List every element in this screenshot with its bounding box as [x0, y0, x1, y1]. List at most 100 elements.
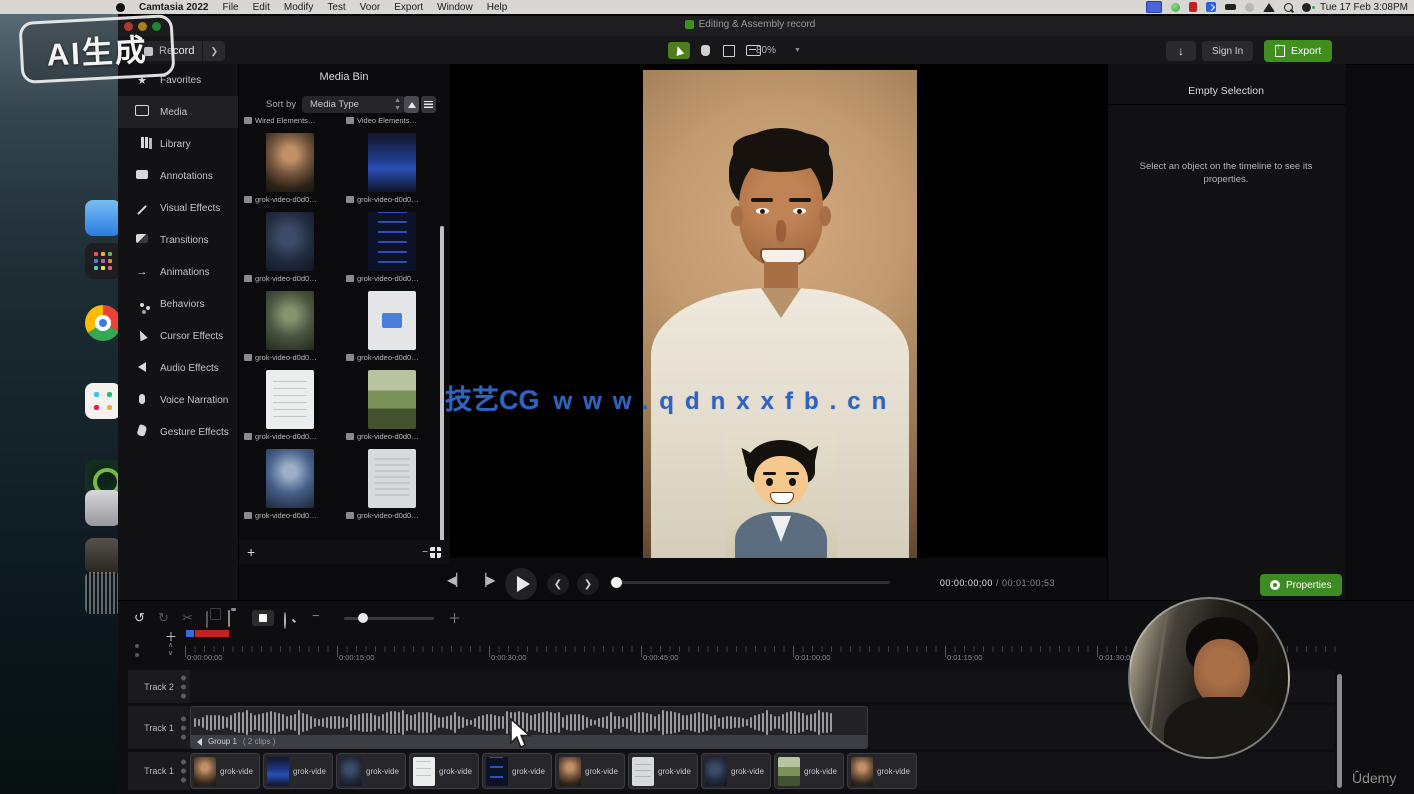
record-dropdown-chevron[interactable]: ❯ — [202, 41, 225, 61]
dock-finder-icon[interactable] — [85, 200, 121, 236]
dock-launchpad-icon[interactable] — [85, 243, 121, 279]
redo-button[interactable]: ↻ — [158, 610, 169, 626]
user-icon[interactable] — [1302, 3, 1311, 12]
media-item-partial[interactable]: Wired Elements… — [244, 115, 336, 126]
zoom-out-button[interactable]: − — [312, 608, 320, 623]
timeline-video-clip[interactable]: grok-vide — [190, 753, 260, 789]
timeline-in-marker[interactable] — [186, 630, 194, 637]
sign-in-button[interactable]: Sign In — [1202, 41, 1253, 61]
pointer-tool-button[interactable] — [668, 42, 690, 59]
media-item[interactable]: grok-video-d0d0… — [244, 209, 336, 288]
track-toggles[interactable] — [181, 759, 186, 783]
step-forward-button[interactable]: ▕▶ — [477, 573, 495, 587]
pan-tool-button[interactable] — [694, 42, 716, 59]
screen-share-icon[interactable] — [1146, 1, 1162, 13]
track-toggles[interactable] — [181, 716, 186, 740]
step-back-button[interactable]: ◀▏ — [447, 573, 465, 587]
green-orb-icon[interactable] — [1171, 3, 1180, 12]
thumbnail-size-toggle[interactable]: − — [422, 547, 441, 558]
next-clip-button[interactable]: ❯ — [577, 573, 599, 595]
menu-item-export[interactable]: Export — [394, 2, 423, 13]
video-frame[interactable] — [643, 70, 917, 558]
add-media-button[interactable]: + — [247, 544, 255, 560]
apple-icon[interactable] — [116, 3, 125, 12]
sidebar-item-annotations[interactable]: Annotations — [118, 160, 238, 192]
timeline-options-dots[interactable] — [135, 644, 139, 648]
dock-trash-icon[interactable] — [85, 572, 121, 614]
media-item[interactable]: grok-video-d0d0… — [244, 130, 336, 209]
timeline-video-clip[interactable]: grok-vide — [409, 753, 479, 789]
cut-button[interactable]: ✂ — [182, 610, 193, 626]
zoom-in-button[interactable]: ＋ — [448, 608, 461, 627]
sidebar-item-behaviors[interactable]: Behaviors — [118, 288, 238, 320]
cartoon-avatar-inset[interactable] — [725, 432, 837, 558]
timeline-video-clip[interactable]: grok-vide — [336, 753, 406, 789]
red-app-icon[interactable] — [1189, 2, 1197, 12]
media-item[interactable]: grok-video-d0d0… — [346, 209, 438, 288]
download-button[interactable]: ↓ — [1166, 41, 1196, 61]
dock-slack-icon[interactable] — [85, 383, 121, 419]
search-icon[interactable] — [1284, 3, 1293, 12]
sidebar-item-visual-effects[interactable]: Visual Effects — [118, 192, 238, 224]
menubar-app-name[interactable]: Camtasia 2022 — [139, 2, 209, 13]
media-item-partial[interactable]: Video Elements… — [346, 115, 438, 126]
preview-scrubber[interactable] — [610, 581, 890, 584]
media-bin-scrollbar[interactable] — [440, 226, 444, 544]
media-item[interactable]: grok-video-d0d0… — [244, 446, 336, 525]
zoom-timeline-button[interactable] — [284, 613, 286, 628]
media-item[interactable]: grok-video-d0d0… — [244, 288, 336, 367]
sidebar-item-gesture-effects[interactable]: Gesture Effects — [118, 416, 238, 448]
menu-item-test[interactable]: Test — [327, 2, 345, 13]
timeline-record-stop-button[interactable] — [252, 610, 274, 626]
export-button[interactable]: Export — [1264, 40, 1332, 62]
copy-button[interactable] — [206, 612, 208, 627]
dock-chrome-icon[interactable] — [85, 305, 121, 341]
timeline-video-clip[interactable]: grok-vide — [701, 753, 771, 789]
menu-item-modify[interactable]: Modify — [284, 2, 313, 13]
paste-button[interactable] — [228, 611, 230, 626]
menu-item-edit[interactable]: Edit — [253, 2, 270, 13]
blue-share-icon[interactable] — [1206, 2, 1216, 12]
list-view-button[interactable] — [421, 96, 436, 113]
undo-button[interactable]: ↺ — [134, 610, 145, 626]
dock-archive-icon[interactable] — [85, 538, 121, 574]
timeline-video-clip[interactable]: grok-vide — [628, 753, 698, 789]
battery-icon[interactable] — [1225, 4, 1236, 10]
menu-item-voor[interactable]: Voor — [360, 2, 381, 13]
timeline-zoom-slider-handle[interactable] — [358, 613, 368, 623]
media-item[interactable]: grok-video-d0d0… — [244, 367, 336, 446]
media-item[interactable]: grok-video-d0d0… — [346, 288, 438, 367]
timeline-video-clip[interactable]: grok-vide — [482, 753, 552, 789]
menu-item-window[interactable]: Window — [437, 2, 473, 13]
dim-orb-icon[interactable] — [1245, 3, 1254, 12]
timeline-selection-marker[interactable] — [195, 630, 229, 637]
wifi-icon[interactable] — [1263, 3, 1275, 12]
collapse-group-icon[interactable] — [197, 738, 202, 746]
thumbnail-view-button[interactable] — [404, 96, 419, 113]
timeline-video-clip[interactable]: grok-vide — [555, 753, 625, 789]
track-height-toggles[interactable]: ∧∨ — [168, 642, 173, 658]
menu-item-file[interactable]: File — [223, 2, 239, 13]
dock-files-icon[interactable] — [85, 490, 121, 526]
play-button[interactable] — [505, 568, 537, 600]
track-header[interactable]: Track 1 — [128, 752, 190, 790]
media-item[interactable]: grok-video-d0d0… — [346, 446, 438, 525]
sidebar-item-audio-effects[interactable]: Audio Effects — [118, 352, 238, 384]
sidebar-item-voice-narration[interactable]: Voice Narration — [118, 384, 238, 416]
canvas-zoom-dropdown[interactable]: 80% ▼ — [756, 42, 801, 59]
media-item[interactable]: grok-video-d0d0… — [346, 130, 438, 209]
previous-clip-button[interactable]: ❮ — [547, 573, 569, 595]
sidebar-item-cursor-effects[interactable]: Cursor Effects — [118, 320, 238, 352]
timeline-video-clip[interactable]: grok-vide — [847, 753, 917, 789]
track-toggles[interactable] — [181, 675, 186, 699]
track-header[interactable]: Track 2 — [128, 670, 190, 703]
sidebar-item-transitions[interactable]: Transitions — [118, 224, 238, 256]
scrubber-handle[interactable] — [611, 577, 622, 588]
sidebar-item-animations[interactable]: →Animations — [118, 256, 238, 288]
track-header[interactable]: Track 1 — [128, 706, 190, 749]
timeline-scrollbar[interactable] — [1337, 674, 1342, 788]
sidebar-item-library[interactable]: Library — [118, 128, 238, 160]
sidebar-item-media[interactable]: Media — [118, 96, 238, 128]
sort-by-dropdown[interactable]: Media Type ▲▼ — [302, 96, 406, 113]
menu-item-help[interactable]: Help — [487, 2, 508, 13]
